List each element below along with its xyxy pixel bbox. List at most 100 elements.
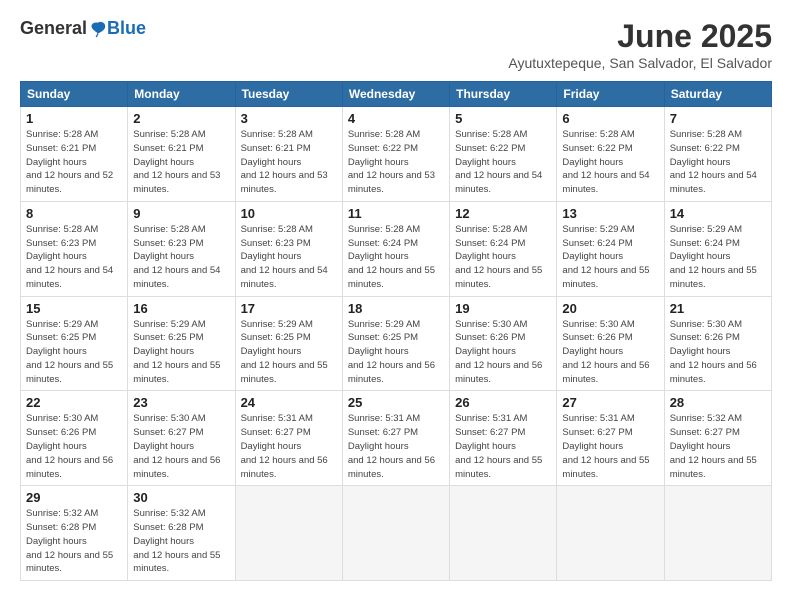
day-info: Sunrise: 5:28 AMSunset: 6:24 PMDaylight …	[455, 224, 542, 290]
table-row: 14 Sunrise: 5:29 AMSunset: 6:24 PMDayligh…	[664, 201, 771, 296]
day-number: 17	[241, 301, 337, 316]
day-number: 14	[670, 206, 766, 221]
table-row: 26 Sunrise: 5:31 AMSunset: 6:27 PMDayligh…	[450, 391, 557, 486]
calendar-table: Sunday Monday Tuesday Wednesday Thursday…	[20, 81, 772, 581]
day-number: 12	[455, 206, 551, 221]
table-row: 15Sunrise: 5:29 AMSunset: 6:25 PMDayligh…	[21, 296, 128, 391]
table-row: 8 Sunrise: 5:28 AMSunset: 6:23 PMDaylight…	[21, 201, 128, 296]
day-info: Sunrise: 5:28 AMSunset: 6:21 PMDaylight …	[133, 129, 220, 195]
day-info: Sunrise: 5:29 AMSunset: 6:25 PMDaylight …	[241, 319, 328, 385]
day-info: Sunrise: 5:28 AMSunset: 6:21 PMDaylight …	[26, 129, 113, 195]
calendar-row: 29 Sunrise: 5:32 AMSunset: 6:28 PMDayligh…	[21, 486, 772, 581]
th-thursday: Thursday	[450, 82, 557, 107]
day-number: 5	[455, 111, 551, 126]
th-friday: Friday	[557, 82, 664, 107]
header: General Blue June 2025 Ayutuxtepeque, Sa…	[20, 18, 772, 71]
day-info: Sunrise: 5:30 AMSunset: 6:26 PMDaylight …	[670, 319, 757, 385]
day-number: 23	[133, 395, 229, 410]
table-row: 11 Sunrise: 5:28 AMSunset: 6:24 PMDayligh…	[342, 201, 449, 296]
day-info: Sunrise: 5:32 AMSunset: 6:28 PMDaylight …	[26, 508, 113, 574]
day-info: Sunrise: 5:29 AMSunset: 6:24 PMDaylight …	[670, 224, 757, 290]
table-row: 2 Sunrise: 5:28 AMSunset: 6:21 PMDaylight…	[128, 107, 235, 202]
logo: General Blue	[20, 18, 146, 39]
title-block: June 2025 Ayutuxtepeque, San Salvador, E…	[508, 18, 772, 71]
table-row: 23 Sunrise: 5:30 AMSunset: 6:27 PMDayligh…	[128, 391, 235, 486]
day-number: 29	[26, 490, 122, 505]
table-row: 29 Sunrise: 5:32 AMSunset: 6:28 PMDayligh…	[21, 486, 128, 581]
day-info: Sunrise: 5:28 AMSunset: 6:22 PMDaylight …	[670, 129, 757, 195]
table-row: 28Sunrise: 5:32 AMSunset: 6:27 PMDayligh…	[664, 391, 771, 486]
table-row: 13 Sunrise: 5:29 AMSunset: 6:24 PMDayligh…	[557, 201, 664, 296]
day-number: 19	[455, 301, 551, 316]
day-info: Sunrise: 5:28 AMSunset: 6:23 PMDaylight …	[241, 224, 328, 290]
day-info: Sunrise: 5:28 AMSunset: 6:24 PMDaylight …	[348, 224, 435, 290]
day-number: 21	[670, 301, 766, 316]
table-row: 10Sunrise: 5:28 AMSunset: 6:23 PMDayligh…	[235, 201, 342, 296]
table-row: 27 Sunrise: 5:31 AMSunset: 6:27 PMDayligh…	[557, 391, 664, 486]
day-number: 8	[26, 206, 122, 221]
table-row: 5 Sunrise: 5:28 AMSunset: 6:22 PMDaylight…	[450, 107, 557, 202]
day-info: Sunrise: 5:29 AMSunset: 6:25 PMDaylight …	[133, 319, 220, 385]
table-row: 17 Sunrise: 5:29 AMSunset: 6:25 PMDayligh…	[235, 296, 342, 391]
day-info: Sunrise: 5:28 AMSunset: 6:22 PMDaylight …	[348, 129, 435, 195]
th-sunday: Sunday	[21, 82, 128, 107]
day-info: Sunrise: 5:31 AMSunset: 6:27 PMDaylight …	[455, 413, 542, 479]
day-number: 13	[562, 206, 658, 221]
location-text: Ayutuxtepeque, San Salvador, El Salvador	[508, 55, 772, 71]
day-number: 2	[133, 111, 229, 126]
day-number: 26	[455, 395, 551, 410]
table-row: 4Sunrise: 5:28 AMSunset: 6:22 PMDaylight…	[342, 107, 449, 202]
day-info: Sunrise: 5:29 AMSunset: 6:25 PMDaylight …	[348, 319, 435, 385]
calendar-row: 22Sunrise: 5:30 AMSunset: 6:26 PMDayligh…	[21, 391, 772, 486]
table-row	[450, 486, 557, 581]
day-number: 20	[562, 301, 658, 316]
day-info: Sunrise: 5:28 AMSunset: 6:23 PMDaylight …	[26, 224, 113, 290]
table-row: 7 Sunrise: 5:28 AMSunset: 6:22 PMDaylight…	[664, 107, 771, 202]
day-info: Sunrise: 5:31 AMSunset: 6:27 PMDaylight …	[562, 413, 649, 479]
day-number: 11	[348, 206, 444, 221]
day-number: 9	[133, 206, 229, 221]
table-row	[342, 486, 449, 581]
table-row: 22Sunrise: 5:30 AMSunset: 6:26 PMDayligh…	[21, 391, 128, 486]
logo-blue-text: Blue	[107, 18, 146, 39]
day-info: Sunrise: 5:30 AMSunset: 6:27 PMDaylight …	[133, 413, 220, 479]
th-wednesday: Wednesday	[342, 82, 449, 107]
calendar-row: 15Sunrise: 5:29 AMSunset: 6:25 PMDayligh…	[21, 296, 772, 391]
day-info: Sunrise: 5:28 AMSunset: 6:23 PMDaylight …	[133, 224, 220, 290]
day-info: Sunrise: 5:31 AMSunset: 6:27 PMDaylight …	[241, 413, 328, 479]
weekday-header-row: Sunday Monday Tuesday Wednesday Thursday…	[21, 82, 772, 107]
day-number: 25	[348, 395, 444, 410]
calendar-row: 8 Sunrise: 5:28 AMSunset: 6:23 PMDaylight…	[21, 201, 772, 296]
day-number: 27	[562, 395, 658, 410]
day-info: Sunrise: 5:28 AMSunset: 6:21 PMDaylight …	[241, 129, 328, 195]
day-number: 16	[133, 301, 229, 316]
table-row: 3Sunrise: 5:28 AMSunset: 6:21 PMDaylight…	[235, 107, 342, 202]
table-row: 20Sunrise: 5:30 AMSunset: 6:26 PMDayligh…	[557, 296, 664, 391]
table-row: 19 Sunrise: 5:30 AMSunset: 6:26 PMDayligh…	[450, 296, 557, 391]
table-row: 25Sunrise: 5:31 AMSunset: 6:27 PMDayligh…	[342, 391, 449, 486]
day-info: Sunrise: 5:29 AMSunset: 6:24 PMDaylight …	[562, 224, 649, 290]
day-number: 6	[562, 111, 658, 126]
day-number: 24	[241, 395, 337, 410]
table-row: 21 Sunrise: 5:30 AMSunset: 6:26 PMDayligh…	[664, 296, 771, 391]
day-info: Sunrise: 5:29 AMSunset: 6:25 PMDaylight …	[26, 319, 113, 385]
table-row: 24 Sunrise: 5:31 AMSunset: 6:27 PMDayligh…	[235, 391, 342, 486]
day-number: 18	[348, 301, 444, 316]
table-row: 18 Sunrise: 5:29 AMSunset: 6:25 PMDayligh…	[342, 296, 449, 391]
day-info: Sunrise: 5:30 AMSunset: 6:26 PMDaylight …	[455, 319, 542, 385]
day-number: 28	[670, 395, 766, 410]
day-number: 7	[670, 111, 766, 126]
day-info: Sunrise: 5:32 AMSunset: 6:28 PMDaylight …	[133, 508, 220, 574]
month-title: June 2025	[508, 18, 772, 55]
day-number: 1	[26, 111, 122, 126]
day-info: Sunrise: 5:28 AMSunset: 6:22 PMDaylight …	[455, 129, 542, 195]
table-row	[557, 486, 664, 581]
logo-general-text: General	[20, 18, 87, 39]
calendar-row: 1 Sunrise: 5:28 AMSunset: 6:21 PMDaylight…	[21, 107, 772, 202]
table-row: 30Sunrise: 5:32 AMSunset: 6:28 PMDayligh…	[128, 486, 235, 581]
table-row: 12 Sunrise: 5:28 AMSunset: 6:24 PMDayligh…	[450, 201, 557, 296]
table-row: 6 Sunrise: 5:28 AMSunset: 6:22 PMDaylight…	[557, 107, 664, 202]
day-info: Sunrise: 5:28 AMSunset: 6:22 PMDaylight …	[562, 129, 649, 195]
table-row: 9 Sunrise: 5:28 AMSunset: 6:23 PMDaylight…	[128, 201, 235, 296]
th-saturday: Saturday	[664, 82, 771, 107]
